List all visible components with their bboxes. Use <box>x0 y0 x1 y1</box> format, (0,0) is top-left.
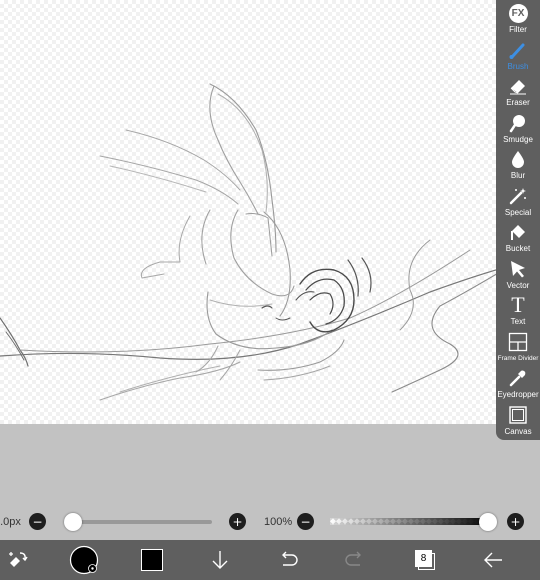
plus-icon: + <box>232 514 243 529</box>
layers-button[interactable]: 8 <box>412 540 438 580</box>
blur-drop-icon <box>507 148 529 170</box>
download-icon <box>212 551 228 569</box>
brush-size-track[interactable] <box>64 520 212 524</box>
drawing-canvas[interactable] <box>0 0 540 424</box>
frame-divider-icon <box>507 331 529 353</box>
sketch-drawing <box>0 83 511 401</box>
undo-icon <box>282 551 298 566</box>
text-icon: T <box>511 292 525 317</box>
smudge-icon <box>507 112 529 134</box>
tool-label: Special <box>504 207 532 217</box>
tool-blur[interactable]: Blur <box>496 146 540 183</box>
color-picker-icon <box>69 545 99 575</box>
minus-icon: − <box>32 514 43 529</box>
bottom-toolbar: 8 <box>0 540 540 580</box>
download-button[interactable] <box>208 540 232 580</box>
fx-icon: FX <box>507 2 529 24</box>
magic-wand-icon <box>507 185 529 207</box>
transform-icon <box>9 552 28 567</box>
brush-size-plus-button[interactable]: + <box>229 513 246 530</box>
opacity-slider-knob[interactable] <box>479 513 497 531</box>
layers-icon: 8 <box>415 550 435 570</box>
tool-eraser[interactable]: Eraser <box>496 73 540 110</box>
tool-eyedropper[interactable]: Eyedropper <box>496 365 540 402</box>
back-arrow-icon <box>484 552 502 568</box>
tool-label: Eraser <box>506 98 530 107</box>
tool-label: Brush <box>507 61 529 71</box>
color-swatch-button[interactable] <box>140 540 164 580</box>
tool-label: Frame Divider <box>497 354 539 362</box>
tool-brush[interactable]: Brush <box>496 37 540 74</box>
tool-label: Vector <box>506 280 530 290</box>
tool-canvas[interactable]: Canvas <box>496 402 540 439</box>
tool-label: Canvas <box>504 426 532 436</box>
canvas-icon <box>507 404 529 426</box>
tool-label: Text <box>510 317 526 326</box>
brush-settings-bar: 8.0px − + 100% − + <box>0 506 540 538</box>
brush-size-minus-button[interactable]: − <box>29 513 46 530</box>
redo-button[interactable] <box>343 540 367 580</box>
tool-frame-divider[interactable]: Frame Divider <box>496 329 540 366</box>
tool-bucket[interactable]: Bucket <box>496 219 540 256</box>
opacity-minus-button[interactable]: − <box>297 513 314 530</box>
tool-label: Blur <box>510 171 526 180</box>
vector-cursor-icon <box>507 258 529 280</box>
back-button[interactable] <box>480 540 506 580</box>
tool-label: Eyedropper <box>497 390 539 399</box>
tool-text[interactable]: T Text <box>496 292 540 329</box>
bucket-icon <box>507 221 529 243</box>
tool-smudge[interactable]: Smudge <box>496 110 540 147</box>
tool-label: Filter <box>509 25 527 34</box>
plus-icon: + <box>510 514 521 529</box>
color-swatch-icon <box>141 549 163 571</box>
undo-button[interactable] <box>276 540 300 580</box>
tool-label: Smudge <box>503 134 533 144</box>
tool-label: Bucket <box>505 244 531 253</box>
brush-icon <box>507 39 529 61</box>
eraser-icon <box>507 75 529 97</box>
brush-size-slider-knob[interactable] <box>64 513 82 531</box>
tool-filter[interactable]: FX Filter <box>496 0 540 37</box>
minus-icon: − <box>300 514 311 529</box>
transform-button[interactable] <box>2 540 32 580</box>
opacity-value: 100% <box>264 516 293 528</box>
brush-size-value: 8.0px <box>0 516 21 528</box>
eyedropper-icon <box>507 367 529 389</box>
redo-icon <box>345 551 361 566</box>
layer-count: 8 <box>420 553 427 564</box>
color-picker-button[interactable] <box>68 540 100 580</box>
tool-special[interactable]: Special <box>496 183 540 220</box>
opacity-track[interactable] <box>330 518 492 525</box>
tool-vector[interactable]: Vector <box>496 256 540 293</box>
opacity-plus-button[interactable]: + <box>507 513 524 530</box>
tool-panel: FX Filter Brush Eraser Smudge Blur Speci… <box>496 0 540 440</box>
